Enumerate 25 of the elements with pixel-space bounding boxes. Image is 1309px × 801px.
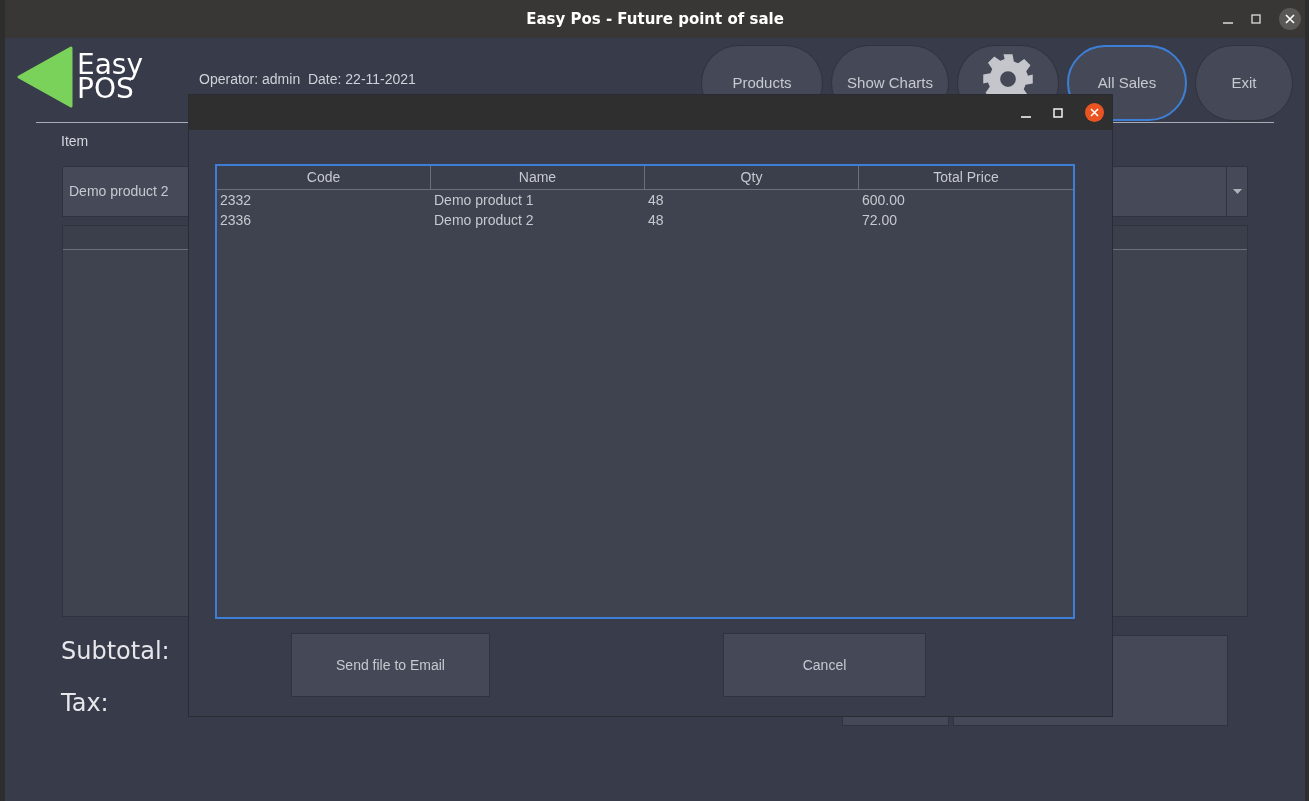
table-cell: Demo product 2 — [434, 212, 534, 228]
maximize-icon[interactable] — [1251, 14, 1261, 24]
dialog-button[interactable]: Send file to Email — [291, 633, 490, 697]
table-cell: 72.00 — [862, 212, 898, 228]
logo-triangle-icon — [17, 46, 73, 108]
table-cell: 2336 — [220, 212, 252, 228]
table-cell: 48 — [648, 192, 664, 208]
table-cell: 48 — [648, 212, 664, 228]
tax-label: Tax: — [61, 688, 110, 719]
table-cell: 2332 — [220, 192, 252, 208]
dialog-button[interactable]: Cancel — [723, 633, 926, 697]
dropdown-arrow-icon — [1232, 189, 1242, 194]
close-icon[interactable] — [1279, 8, 1301, 30]
column-header[interactable]: Code — [217, 166, 431, 189]
subtotal-label: Subtotal: — [61, 636, 170, 667]
item-label: Item — [61, 132, 90, 151]
close-icon[interactable] — [1085, 103, 1104, 122]
table-cell: 600.00 — [862, 192, 905, 208]
column-header[interactable]: Name — [431, 166, 645, 189]
column-header[interactable]: Qty — [645, 166, 859, 189]
nav-button[interactable]: Exit — [1195, 45, 1293, 121]
window-title: Easy Pos - Future point of sale — [526, 8, 784, 30]
operator-info: Operator: admin Date: 22-11-2021 — [199, 71, 416, 87]
column-header[interactable]: Total Price — [859, 166, 1073, 189]
table-cell: Demo product 1 — [434, 192, 534, 208]
